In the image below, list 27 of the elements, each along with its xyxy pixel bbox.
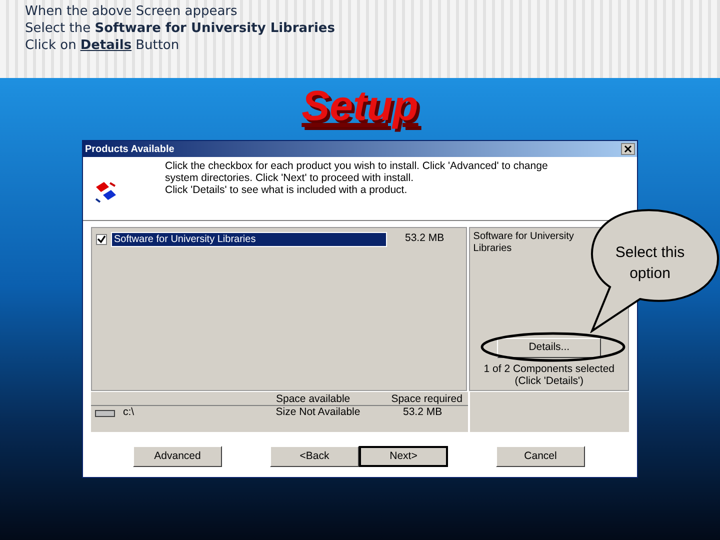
drive-icon xyxy=(95,410,115,416)
dialog-button[interactable]: Next> xyxy=(359,446,448,467)
details-link[interactable]: Details xyxy=(80,37,132,54)
dialog-button[interactable]: Advanced xyxy=(133,446,222,467)
checkbox[interactable] xyxy=(96,234,107,244)
instruction-text: Select the Software for University Libraries xyxy=(25,20,335,37)
description-text: Software for University Libraries xyxy=(473,231,575,255)
product-item[interactable]: Software for University Libraries xyxy=(111,232,387,246)
close-button[interactable] xyxy=(621,143,635,155)
details-button[interactable]: Details... xyxy=(497,338,602,358)
instructions-text: Click the checkbox for each product you wish to install. Click 'Advanced' to change system directories. Click 'Next' to proceed with install. Click 'Details' to see what is included with a product. xyxy=(165,160,548,198)
dialog-button[interactable]: Cancel xyxy=(496,446,585,467)
window-title: Products Available xyxy=(85,142,174,156)
product-size: 53.2 MB xyxy=(405,231,444,246)
column-header: Space available xyxy=(276,392,352,405)
column-header: Space required xyxy=(391,392,464,405)
close-icon xyxy=(624,145,632,153)
table-cell-text: 53.2 MB xyxy=(403,405,442,420)
components-text: 1 of 2 Components selected (Click 'Details') xyxy=(482,363,616,387)
instruction-text: When the above Screen appears xyxy=(25,3,238,20)
table-cell-text: c:\ xyxy=(123,405,136,420)
dialog-button[interactable]: <Back xyxy=(270,446,359,467)
slide-title: Setup xyxy=(302,82,418,131)
instruction-text: Click on xyxy=(25,37,76,54)
callout-text: Select this option xyxy=(614,243,686,284)
instruction-text: Button xyxy=(136,37,180,54)
table-cell-text: Size Not Available xyxy=(274,405,362,420)
